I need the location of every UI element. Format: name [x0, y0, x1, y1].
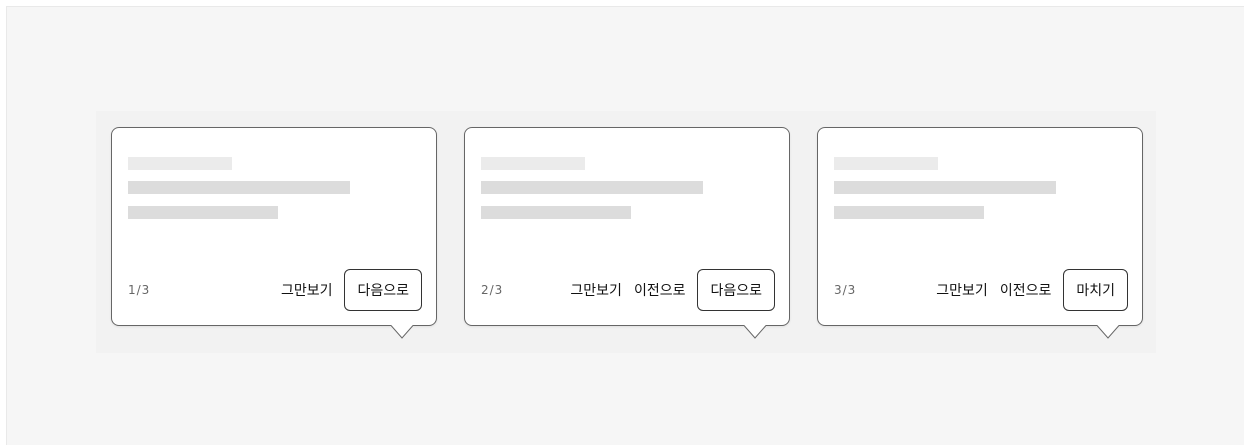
skeleton-line [128, 181, 350, 194]
tooltip-card: 3/3 그만보기 이전으로 마치기 [817, 127, 1143, 339]
skeleton-line [128, 206, 278, 219]
step-counter: 2/3 [481, 283, 504, 297]
skeleton-line [481, 181, 703, 194]
canvas: 1/3 그만보기 다음으로 2/3 그만보기 이전으로 다음으로 3/3 그만보… [6, 6, 1244, 445]
tooltip-actions: 그만보기 이전으로 마치기 [936, 269, 1128, 311]
skip-button[interactable]: 그만보기 [570, 280, 622, 300]
tooltip-pointer [391, 325, 413, 339]
tooltip-pointer [1097, 325, 1119, 339]
step-counter: 1/3 [128, 283, 151, 297]
skeleton-title [128, 157, 232, 170]
tooltip-card: 1/3 그만보기 다음으로 [111, 127, 437, 339]
skeleton-line [834, 181, 1056, 194]
tooltip-pointer [744, 325, 766, 339]
tooltip-panel-1: 1/3 그만보기 다음으로 [96, 111, 450, 353]
next-button[interactable]: 다음으로 [344, 269, 422, 311]
finish-button[interactable]: 마치기 [1063, 269, 1128, 311]
skip-button[interactable]: 그만보기 [936, 280, 988, 300]
tooltip-panel-3: 3/3 그만보기 이전으로 마치기 [802, 111, 1156, 353]
tooltip-actions: 그만보기 이전으로 다음으로 [570, 269, 775, 311]
skip-button[interactable]: 그만보기 [281, 280, 333, 300]
step-counter: 3/3 [834, 283, 857, 297]
skeleton-title [834, 157, 938, 170]
tooltip-card: 2/3 그만보기 이전으로 다음으로 [464, 127, 790, 339]
tooltip-panel-2: 2/3 그만보기 이전으로 다음으로 [449, 111, 803, 353]
skeleton-title [481, 157, 585, 170]
prev-button[interactable]: 이전으로 [1000, 280, 1052, 300]
skeleton-line [834, 206, 984, 219]
next-button[interactable]: 다음으로 [697, 269, 775, 311]
tooltip-actions: 그만보기 다음으로 [281, 269, 422, 311]
prev-button[interactable]: 이전으로 [634, 280, 686, 300]
skeleton-line [481, 206, 631, 219]
